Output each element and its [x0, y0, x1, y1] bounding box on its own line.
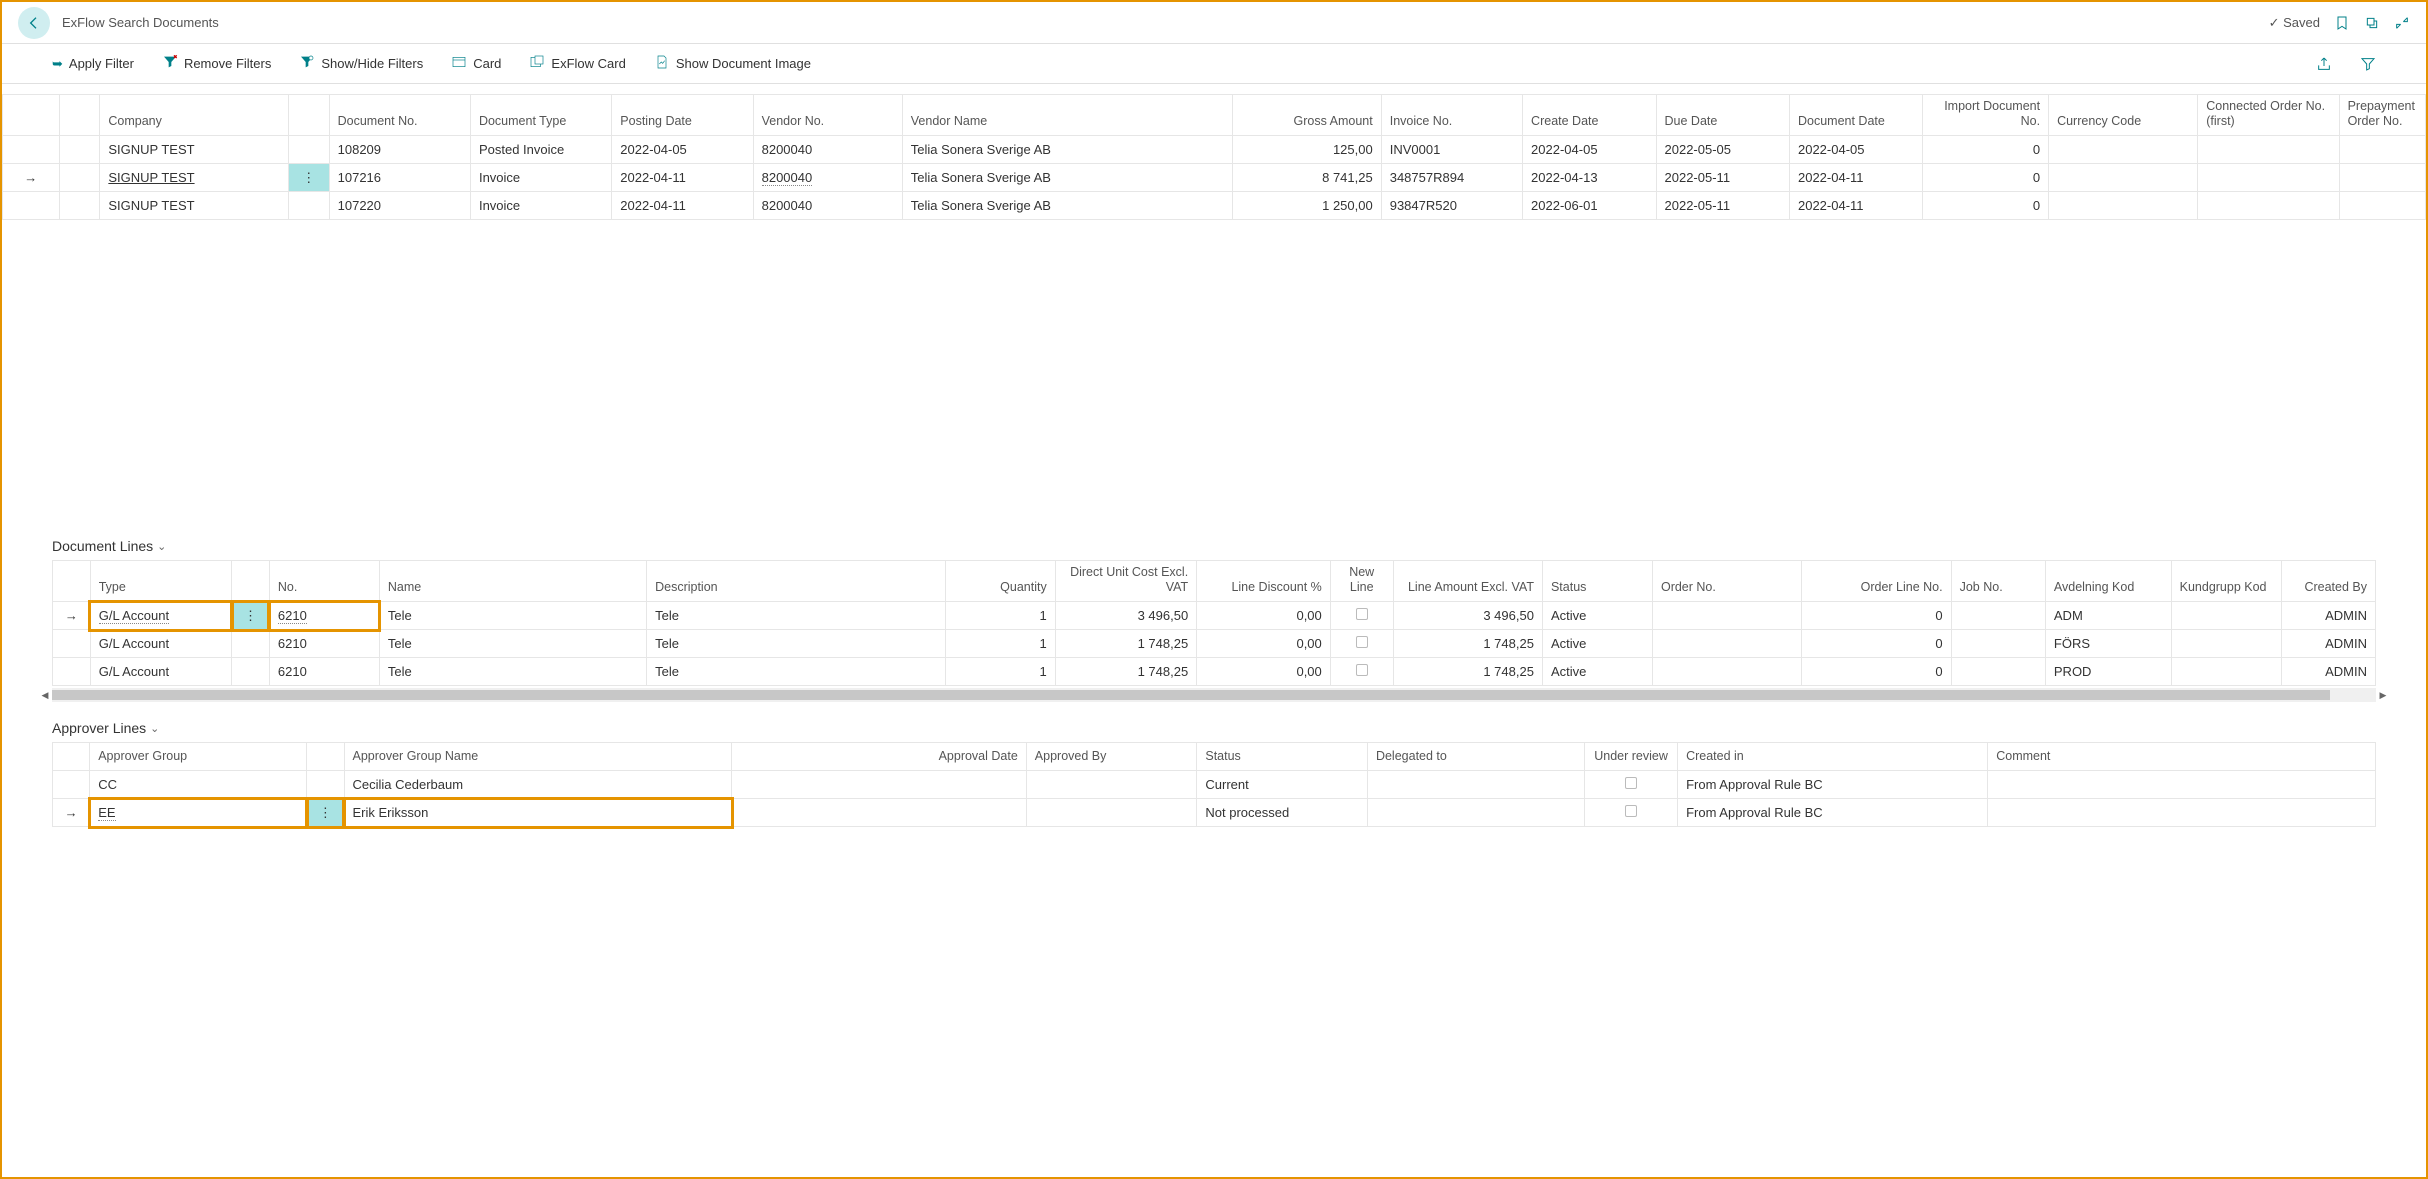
page-title: ExFlow Search Documents [62, 15, 2269, 30]
col-approver-group[interactable]: Approver Group [90, 743, 307, 771]
filter-pane-button[interactable] [2360, 56, 2376, 72]
col-created-in[interactable]: Created in [1678, 743, 1988, 771]
col-kund[interactable]: Kundgrupp Kod [2171, 561, 2281, 602]
apply-filter-icon: ➥ [52, 56, 63, 72]
col-vendor-no[interactable]: Vendor No. [753, 95, 902, 136]
page-header: ExFlow Search Documents ✓ Saved [2, 2, 2426, 44]
bookmark-button[interactable] [2334, 15, 2350, 31]
saved-indicator: ✓ Saved [2269, 15, 2320, 31]
col-doc-no[interactable]: Document No. [329, 95, 470, 136]
col-comment[interactable]: Comment [1988, 743, 2376, 771]
popout-button[interactable] [2364, 15, 2380, 31]
table-row[interactable]: G/L Account6210TeleTele11 748,250,001 74… [53, 658, 2376, 686]
show-hide-icon [299, 54, 315, 73]
col-new-line[interactable]: New Line [1330, 561, 1393, 602]
col-approval-date[interactable]: Approval Date [732, 743, 1027, 771]
col-gross[interactable]: Gross Amount [1232, 95, 1381, 136]
lines-scrollbar[interactable] [52, 688, 2376, 702]
table-row[interactable]: SIGNUP TEST108209Posted Invoice2022-04-0… [3, 136, 2426, 164]
col-prepay[interactable]: Prepayment Order No. [2339, 95, 2425, 136]
approver-header-row: Approver Group Approver Group Name Appro… [53, 743, 2376, 771]
col-name[interactable]: Name [379, 561, 646, 602]
documents-grid: Company Document No. Document Type Posti… [2, 84, 2426, 220]
col-quantity[interactable]: Quantity [945, 561, 1055, 602]
doc-image-icon [654, 54, 670, 73]
col-approver-name[interactable]: Approver Group Name [344, 743, 732, 771]
doc-lines-grid: Type No. Name Description Quantity Direc… [2, 560, 2426, 686]
col-import-doc-no[interactable]: Import Document No. [1923, 95, 2049, 136]
card-icon [451, 54, 467, 73]
share-icon [2316, 56, 2332, 72]
approver-lines-header[interactable]: Approver Lines⌄ [2, 702, 2426, 742]
scrollbar-thumb[interactable] [52, 690, 2330, 700]
docs-header-row: Company Document No. Document Type Posti… [3, 95, 2426, 136]
col-due-date[interactable]: Due Date [1656, 95, 1789, 136]
col-create-date[interactable]: Create Date [1523, 95, 1656, 136]
collapse-button[interactable] [2394, 15, 2410, 31]
scroll-right-icon[interactable]: ▶ [2376, 688, 2390, 702]
apply-filter-button[interactable]: ➥Apply Filter [52, 56, 134, 72]
col-approved-by[interactable]: Approved By [1026, 743, 1197, 771]
back-button[interactable] [18, 7, 50, 39]
doc-lines-header[interactable]: Document Lines⌄ [2, 520, 2426, 560]
col-document-date[interactable]: Document Date [1789, 95, 1922, 136]
col-job-no[interactable]: Job No. [1951, 561, 2045, 602]
col-description[interactable]: Description [647, 561, 946, 602]
show-hide-filters-button[interactable]: Show/Hide Filters [299, 54, 423, 73]
share-button[interactable] [2316, 56, 2332, 72]
col-order-line-no[interactable]: Order Line No. [1802, 561, 1951, 602]
remove-filters-button[interactable]: Remove Filters [162, 54, 271, 73]
col-company[interactable]: Company [100, 95, 288, 136]
chevron-down-icon: ⌄ [150, 722, 159, 735]
card-button[interactable]: Card [451, 54, 501, 73]
col-disc[interactable]: Line Discount % [1197, 561, 1331, 602]
table-row[interactable]: →EE⋮Erik ErikssonNot processedFrom Appro… [53, 799, 2376, 827]
col-invoice-no[interactable]: Invoice No. [1381, 95, 1522, 136]
table-row[interactable]: CCCecilia CederbaumCurrentFrom Approval … [53, 771, 2376, 799]
arrow-left-icon [26, 15, 42, 31]
col-appr-status[interactable]: Status [1197, 743, 1368, 771]
col-avd[interactable]: Avdelning Kod [2045, 561, 2171, 602]
action-toolbar: ➥Apply Filter Remove Filters Show/Hide F… [2, 44, 2426, 84]
scroll-left-icon[interactable]: ◀ [38, 688, 52, 702]
col-line-amt[interactable]: Line Amount Excl. VAT [1393, 561, 1542, 602]
col-connected-order[interactable]: Connected Order No. (first) [2198, 95, 2339, 136]
chevron-down-icon: ⌄ [157, 540, 166, 553]
funnel-icon [2360, 56, 2376, 72]
col-doc-type[interactable]: Document Type [470, 95, 611, 136]
table-row[interactable]: →G/L Account⋮6210TeleTele13 496,500,003 … [53, 602, 2376, 630]
col-order-no[interactable]: Order No. [1652, 561, 1801, 602]
collapse-icon [2394, 15, 2410, 31]
show-doc-image-button[interactable]: Show Document Image [654, 54, 811, 73]
approver-lines-grid: Approver Group Approver Group Name Appro… [2, 742, 2426, 827]
table-row[interactable]: SIGNUP TEST107220Invoice2022-04-11820004… [3, 192, 2426, 220]
col-vendor-name[interactable]: Vendor Name [902, 95, 1232, 136]
col-duc[interactable]: Direct Unit Cost Excl. VAT [1055, 561, 1196, 602]
lines-header-row: Type No. Name Description Quantity Direc… [53, 561, 2376, 602]
col-posting-date[interactable]: Posting Date [612, 95, 753, 136]
col-currency[interactable]: Currency Code [2049, 95, 2198, 136]
table-row[interactable]: →SIGNUP TEST⋮107216Invoice2022-04-118200… [3, 164, 2426, 192]
popout-icon [2364, 15, 2380, 31]
bookmark-icon [2334, 15, 2350, 31]
col-type[interactable]: Type [90, 561, 231, 602]
remove-filter-icon [162, 54, 178, 73]
exflow-card-icon [529, 54, 545, 73]
col-status[interactable]: Status [1542, 561, 1652, 602]
exflow-card-button[interactable]: ExFlow Card [529, 54, 625, 73]
col-by[interactable]: Created By [2281, 561, 2375, 602]
col-under-review[interactable]: Under review [1585, 743, 1678, 771]
col-no[interactable]: No. [269, 561, 379, 602]
col-delegated[interactable]: Delegated to [1367, 743, 1584, 771]
table-row[interactable]: G/L Account6210TeleTele11 748,250,001 74… [53, 630, 2376, 658]
